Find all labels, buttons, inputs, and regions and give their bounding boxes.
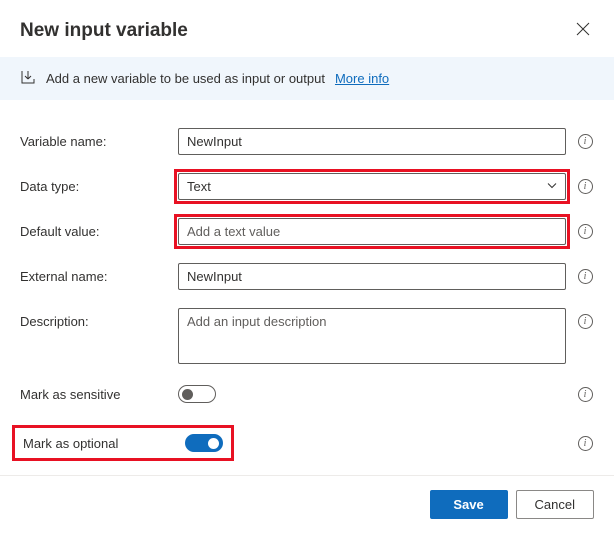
info-icon[interactable]: i bbox=[578, 134, 593, 149]
info-icon[interactable]: i bbox=[578, 179, 593, 194]
dialog-footer: Save Cancel bbox=[0, 475, 614, 537]
label-description: Description: bbox=[20, 308, 168, 329]
info-icon[interactable]: i bbox=[578, 436, 593, 451]
more-info-link[interactable]: More info bbox=[335, 71, 389, 86]
row-description: Description: i bbox=[20, 308, 594, 367]
banner-text: Add a new variable to be used as input o… bbox=[46, 71, 325, 86]
variable-name-input[interactable] bbox=[178, 128, 566, 155]
row-data-type: Data type: Text i bbox=[20, 173, 594, 200]
new-input-variable-dialog: New input variable Add a new variable to… bbox=[0, 0, 614, 537]
dialog-header: New input variable bbox=[0, 0, 614, 57]
import-icon bbox=[20, 69, 36, 88]
close-icon bbox=[576, 22, 590, 36]
label-external-name: External name: bbox=[20, 263, 168, 284]
row-variable-name: Variable name: i bbox=[20, 128, 594, 155]
info-icon[interactable]: i bbox=[578, 224, 593, 239]
label-variable-name: Variable name: bbox=[20, 128, 168, 149]
dialog-title: New input variable bbox=[20, 20, 188, 42]
label-sensitive: Mark as sensitive bbox=[20, 387, 168, 402]
optional-toggle[interactable] bbox=[185, 434, 223, 452]
save-button[interactable]: Save bbox=[430, 490, 508, 519]
cancel-button[interactable]: Cancel bbox=[516, 490, 594, 519]
row-optional: Mark as optional i bbox=[20, 425, 594, 461]
close-button[interactable] bbox=[572, 18, 594, 43]
label-data-type: Data type: bbox=[20, 173, 168, 194]
data-type-select[interactable]: Text bbox=[178, 173, 566, 200]
sensitive-toggle[interactable] bbox=[178, 385, 216, 403]
row-sensitive: Mark as sensitive i bbox=[20, 385, 594, 403]
info-banner: Add a new variable to be used as input o… bbox=[0, 57, 614, 100]
optional-highlight: Mark as optional bbox=[12, 425, 234, 461]
label-default-value: Default value: bbox=[20, 218, 168, 239]
info-icon[interactable]: i bbox=[578, 387, 593, 402]
description-input[interactable] bbox=[178, 308, 566, 364]
default-value-input[interactable] bbox=[178, 218, 566, 245]
form: Variable name: i Data type: Text i Defau… bbox=[0, 100, 614, 461]
info-icon[interactable]: i bbox=[578, 269, 593, 284]
info-icon[interactable]: i bbox=[578, 314, 593, 329]
row-default-value: Default value: i bbox=[20, 218, 594, 245]
row-external-name: External name: i bbox=[20, 263, 594, 290]
external-name-input[interactable] bbox=[178, 263, 566, 290]
label-optional: Mark as optional bbox=[23, 436, 155, 451]
